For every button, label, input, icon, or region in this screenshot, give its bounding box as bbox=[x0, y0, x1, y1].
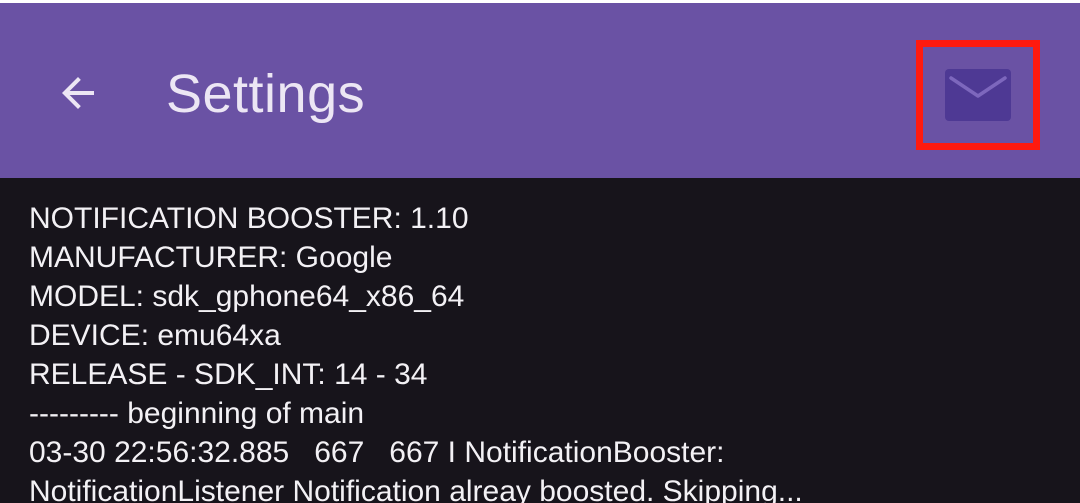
back-button[interactable] bbox=[40, 55, 116, 131]
log-line: NOTIFICATION BOOSTER: 1.10 bbox=[29, 202, 469, 235]
log-line: RELEASE - SDK_INT: 14 - 34 bbox=[29, 358, 428, 391]
log-line: NotificationListener Notification alreay… bbox=[29, 475, 803, 503]
app-bar: Settings bbox=[0, 3, 1080, 178]
log-line: MANUFACTURER: Google bbox=[29, 241, 393, 274]
log-line: --------- beginning of main bbox=[29, 397, 365, 430]
log-line: 03-30 22:56:32.885 667 667 I Notificatio… bbox=[29, 436, 725, 469]
log-line: DEVICE: emu64xa bbox=[29, 319, 281, 352]
arrow-left-icon bbox=[62, 77, 94, 109]
page-title: Settings bbox=[166, 64, 366, 124]
send-email-button[interactable] bbox=[916, 40, 1040, 150]
log-output[interactable]: NOTIFICATION BOOSTER: 1.10 MANUFACTURER:… bbox=[0, 178, 1080, 503]
mail-icon bbox=[945, 69, 1011, 121]
log-line: MODEL: sdk_gphone64_x86_64 bbox=[29, 280, 465, 313]
